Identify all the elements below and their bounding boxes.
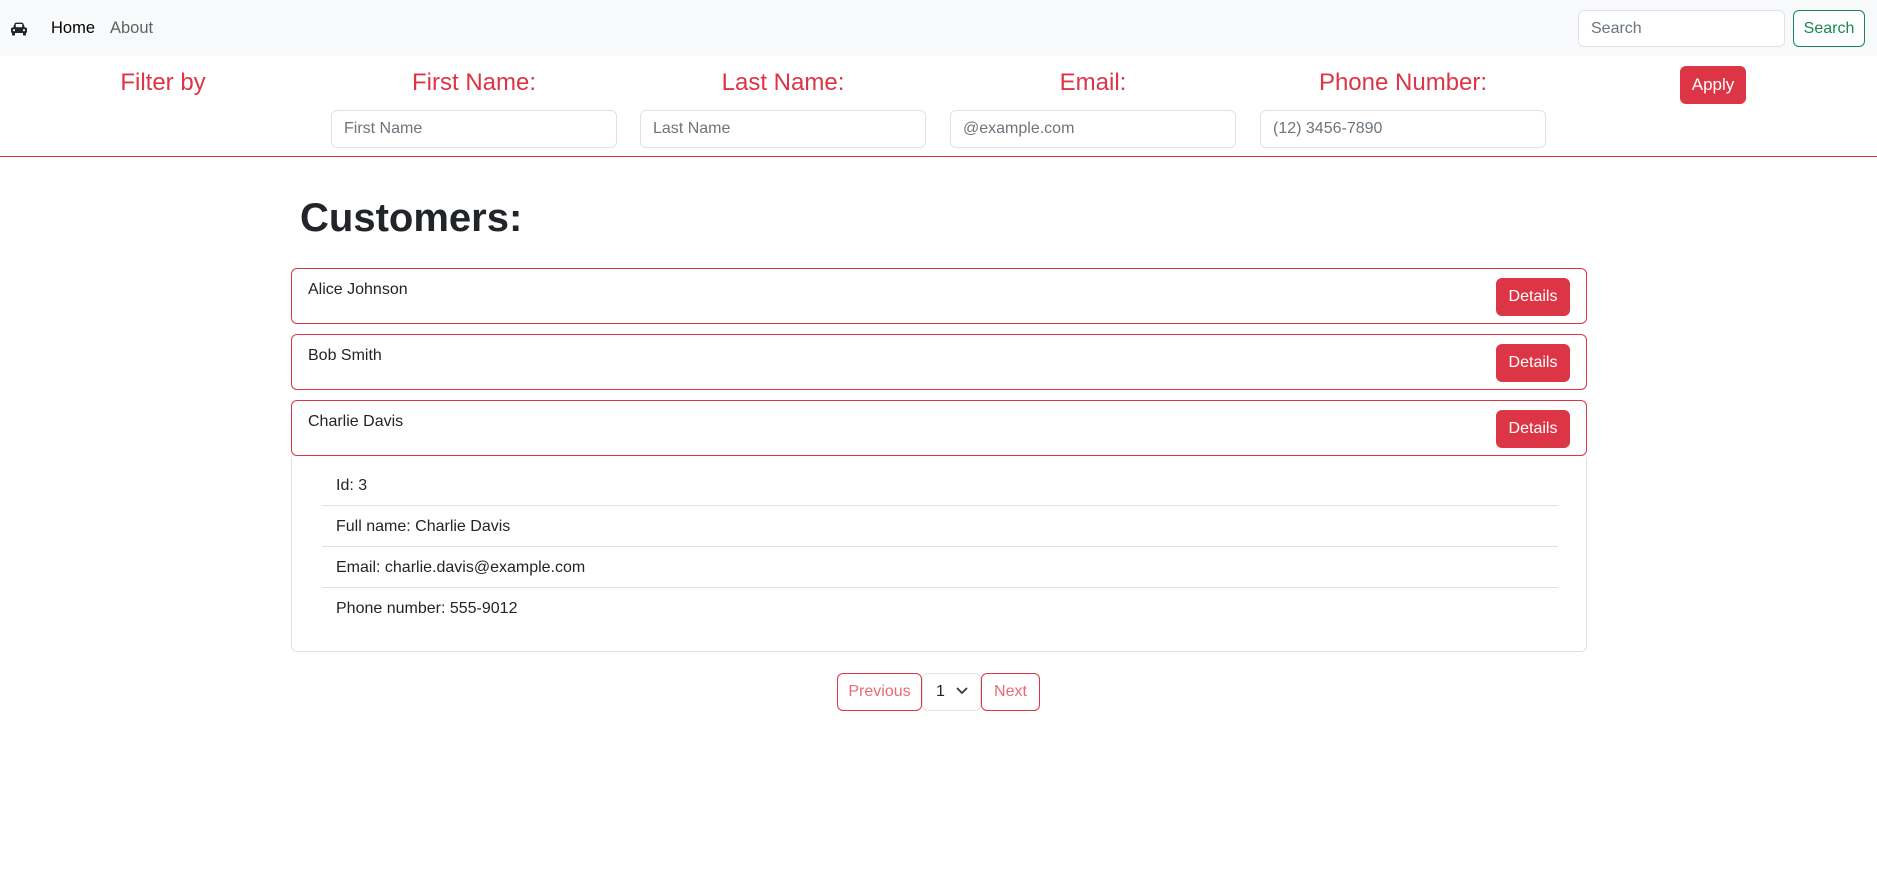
page-title: Customers:: [300, 196, 523, 240]
last-name-input[interactable]: [640, 110, 926, 148]
car-icon[interactable]: [10, 21, 28, 37]
next-page-button[interactable]: Next: [981, 673, 1040, 711]
customer-name: Bob Smith: [308, 347, 382, 364]
page-select-value: 1: [936, 683, 945, 700]
details-button[interactable]: Details: [1496, 410, 1570, 448]
customer-name: Charlie Davis: [308, 413, 404, 430]
phone-number-label: Phone Number:: [1318, 69, 1488, 96]
detail-full-name: Full name: Charlie Davis: [322, 506, 1558, 547]
search-input[interactable]: [1578, 10, 1785, 47]
detail-email: Email: charlie.davis@example.com: [322, 547, 1558, 588]
previous-page-button[interactable]: Previous: [837, 673, 922, 711]
page-select[interactable]: 1: [922, 673, 981, 711]
nav-about-link[interactable]: About: [110, 18, 153, 38]
navbar: Home About Search: [0, 0, 1877, 56]
email-label: Email:: [1059, 69, 1127, 96]
first-name-label: First Name:: [411, 69, 537, 96]
nav-home-link[interactable]: Home: [51, 18, 95, 38]
customer-row: Bob Smith Details: [291, 334, 1587, 390]
customer-name: Alice Johnson: [308, 281, 408, 298]
filter-bar: Filter by First Name: Last Name: Email: …: [0, 56, 1877, 157]
customer-row: Charlie Davis Details: [291, 400, 1587, 456]
last-name-label: Last Name:: [721, 69, 845, 96]
detail-id: Id: 3: [322, 465, 1558, 506]
first-name-input[interactable]: [331, 110, 617, 148]
customer-details-list: Id: 3 Full name: Charlie Davis Email: ch…: [322, 465, 1558, 629]
chevron-down-icon: [956, 687, 968, 694]
phone-number-input[interactable]: [1260, 110, 1546, 148]
details-button[interactable]: Details: [1496, 278, 1570, 316]
email-input[interactable]: [950, 110, 1236, 148]
filter-title: Filter by: [120, 69, 206, 96]
details-button[interactable]: Details: [1496, 344, 1570, 382]
search-button[interactable]: Search: [1793, 10, 1865, 47]
detail-phone: Phone number: 555-9012: [336, 600, 518, 617]
customer-row: Alice Johnson Details: [291, 268, 1587, 324]
apply-button[interactable]: Apply: [1680, 66, 1746, 104]
customer-details-panel: Id: 3 Full name: Charlie Davis Email: ch…: [291, 457, 1587, 652]
